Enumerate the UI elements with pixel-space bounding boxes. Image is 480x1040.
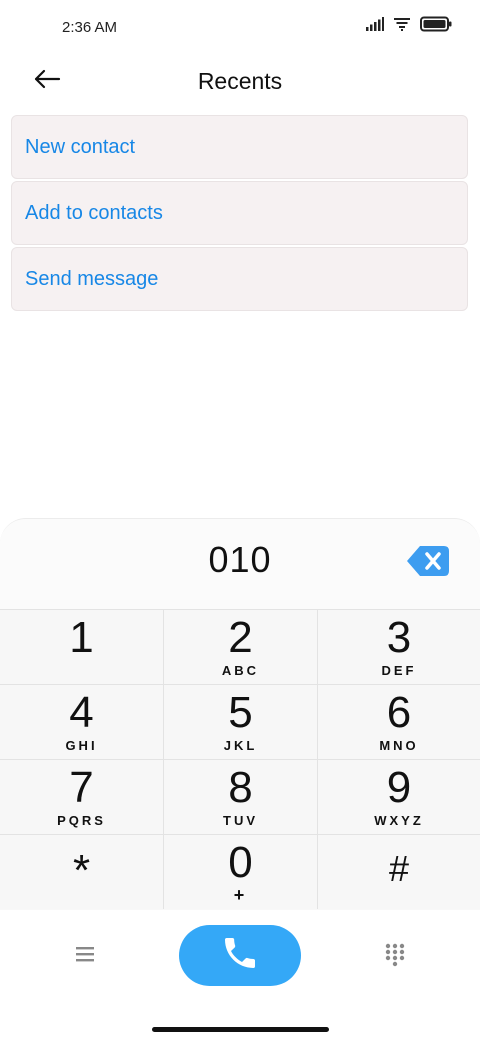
key-digit: * bbox=[72, 846, 91, 895]
key-3[interactable]: 3 DEF bbox=[318, 609, 480, 684]
key-star[interactable]: * bbox=[0, 834, 164, 909]
key-2[interactable]: 2 ABC bbox=[164, 609, 318, 684]
key-letters: GHI bbox=[65, 738, 98, 753]
call-button[interactable] bbox=[179, 925, 301, 986]
key-digit: 2 bbox=[228, 613, 253, 662]
bottom-bar bbox=[0, 910, 480, 1040]
dialpad-grid-icon bbox=[385, 943, 405, 971]
key-digit: 4 bbox=[69, 688, 94, 737]
key-0[interactable]: 0 + bbox=[164, 834, 318, 909]
key-hash[interactable]: # bbox=[318, 834, 480, 909]
number-display: 010 bbox=[0, 519, 480, 609]
action-list: New contact Add to contacts Send message bbox=[11, 115, 468, 313]
app-header: Recents bbox=[0, 56, 480, 110]
key-7[interactable]: 7 PQRS bbox=[0, 759, 164, 834]
key-digit: # bbox=[388, 848, 410, 889]
key-letters: DEF bbox=[381, 663, 417, 678]
key-letters: + bbox=[233, 885, 248, 905]
key-digit: 6 bbox=[386, 688, 412, 737]
key-letters: ABC bbox=[221, 663, 260, 678]
key-5[interactable]: 5 JKL bbox=[164, 684, 318, 759]
key-digit: 8 bbox=[228, 763, 253, 812]
key-digit: 5 bbox=[228, 688, 253, 737]
key-8[interactable]: 8 TUV bbox=[164, 759, 318, 834]
status-icons bbox=[366, 16, 452, 37]
key-9[interactable]: 9 WXYZ bbox=[318, 759, 480, 834]
key-digit: 7 bbox=[69, 763, 94, 812]
key-letters: TUV bbox=[223, 813, 258, 828]
key-digit: 0 bbox=[228, 838, 253, 887]
key-6[interactable]: 6 MNO bbox=[318, 684, 480, 759]
dialpad-toggle-button[interactable] bbox=[385, 943, 405, 967]
backspace-icon bbox=[406, 546, 450, 582]
phone-icon bbox=[220, 933, 260, 978]
menu-button[interactable] bbox=[74, 945, 96, 963]
signal-icon bbox=[366, 17, 384, 36]
keypad: 1 2 ABC 3 DEF 4 GHI 5 JKL 6 MNO 7 PQRS 8 TUV 9W… bbox=[0, 609, 480, 909]
new-contact-button[interactable]: New contact bbox=[11, 115, 468, 179]
wifi-icon bbox=[394, 17, 410, 36]
battery-icon bbox=[420, 16, 452, 37]
key-letters: WXYZ bbox=[374, 813, 424, 828]
key-digit: 1 bbox=[69, 613, 94, 662]
key-letters: PQRS bbox=[57, 813, 106, 828]
key-4[interactable]: 4 GHI bbox=[0, 684, 164, 759]
key-letters: JKL bbox=[223, 738, 258, 753]
home-indicator[interactable] bbox=[152, 1027, 329, 1032]
key-1[interactable]: 1 bbox=[0, 609, 164, 684]
dialpad: 010 1 2 ABC 3 DEF 4 GHI 5 JKL 6 MNO 7 PQRS 8 TU… bbox=[0, 518, 480, 911]
key-digit: 9 bbox=[386, 763, 412, 812]
menu-icon bbox=[74, 947, 96, 967]
backspace-button[interactable] bbox=[406, 544, 450, 578]
key-letters: MNO bbox=[379, 738, 419, 753]
send-message-button[interactable]: Send message bbox=[11, 247, 468, 311]
status-time: 2:36 AM bbox=[62, 19, 118, 36]
status-bar: 2:36 AM bbox=[0, 0, 480, 56]
page-title: Recents bbox=[197, 68, 283, 94]
add-to-contacts-button[interactable]: Add to contacts bbox=[11, 181, 468, 245]
key-digit: 3 bbox=[386, 613, 412, 662]
